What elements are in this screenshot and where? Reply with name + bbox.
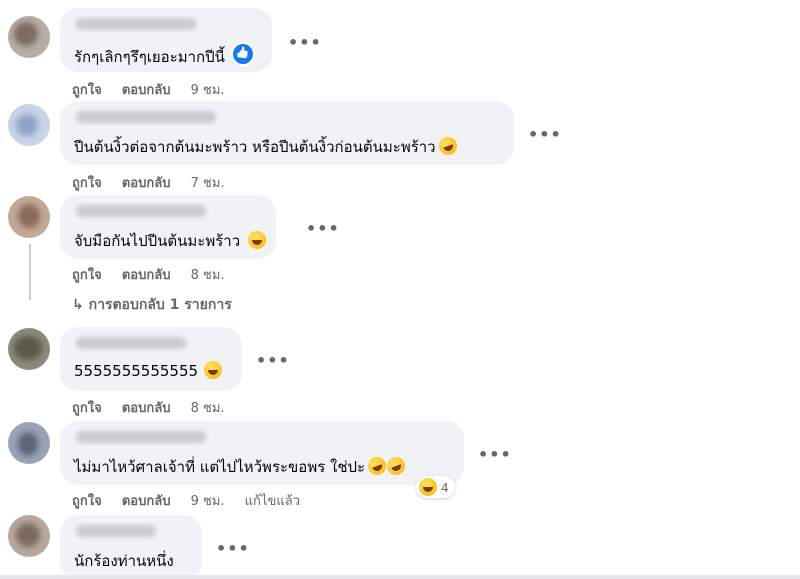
thread-line xyxy=(29,244,31,300)
author-name[interactable] xyxy=(76,431,206,443)
timestamp[interactable]: 8 ชม. xyxy=(191,401,225,416)
comment-bubble: นักร้องท่านหนึ่ง xyxy=(60,515,202,579)
reply-button[interactable]: ตอบกลับ xyxy=(122,176,171,191)
comment-body: รักๆเลิกๆรึๆเยอะมากปีนี้ xyxy=(74,48,225,66)
comment-text: นักร้องท่านหนึ่ง xyxy=(74,549,174,573)
rofl-emoji-icon xyxy=(436,134,460,158)
laughing-emoji-icon xyxy=(204,361,223,379)
timestamp[interactable]: 9 ชม. xyxy=(191,83,225,98)
comment-body: จับมือกันไปปีนต้นมะพร้าว xyxy=(74,232,241,250)
reaction-summary[interactable]: 4 xyxy=(416,476,455,498)
comment-text: 5555555555555 xyxy=(74,361,223,380)
author-name[interactable] xyxy=(76,337,186,349)
more-options-icon[interactable]: ••• xyxy=(306,219,340,238)
comment-text: ไม่มาไหว้ศาลเจ้าที่ แต่ไปไหว้พระขอพร ใช่… xyxy=(74,454,408,479)
author-name[interactable] xyxy=(76,18,196,30)
author-name[interactable] xyxy=(76,205,206,217)
edited-label[interactable]: แก้ไขแล้ว xyxy=(245,494,300,509)
reply-button[interactable]: ตอบกลับ xyxy=(122,494,171,509)
author-name[interactable] xyxy=(76,111,216,123)
comment-actions: ถูกใจ ตอบกลับ 8 ชม. xyxy=(72,397,241,418)
comment-bubble: รักๆเลิกๆรึๆเยอะมากปีนี้ xyxy=(60,8,272,72)
like-button[interactable]: ถูกใจ xyxy=(72,494,102,509)
comment-actions: ถูกใจ ตอบกลับ 7 ชม. xyxy=(72,172,241,193)
reply-button[interactable]: ตอบกลับ xyxy=(122,401,171,416)
like-button[interactable]: ถูกใจ xyxy=(72,401,102,416)
reply-button[interactable]: ตอบกลับ xyxy=(122,83,171,98)
reaction-count: 4 xyxy=(441,481,449,495)
like-button[interactable]: ถูกใจ xyxy=(72,83,102,98)
comment-body: นักร้องท่านหนึ่ง xyxy=(74,552,174,570)
replies-count-label: การตอบกลับ 1 รายการ xyxy=(88,297,232,313)
comment-actions: ถูกใจ ตอบกลับ 8 ชม. xyxy=(72,264,241,285)
more-options-icon[interactable]: ••• xyxy=(528,125,562,144)
reply-button[interactable]: ตอบกลับ xyxy=(122,268,171,283)
comment-bubble: ไม่มาไหว้ศาลเจ้าที่ แต่ไปไหว้พระขอพร ใช่… xyxy=(60,421,464,485)
haha-emoji-icon xyxy=(419,478,437,496)
timestamp[interactable]: 8 ชม. xyxy=(191,268,225,283)
more-options-icon[interactable]: ••• xyxy=(288,33,322,52)
more-options-icon[interactable]: ••• xyxy=(256,351,290,370)
haha-emoji-icon xyxy=(248,231,267,249)
timestamp[interactable]: 7 ชม. xyxy=(191,176,225,191)
timestamp[interactable]: 9 ชม. xyxy=(191,494,225,509)
author-name[interactable] xyxy=(76,525,156,537)
avatar[interactable] xyxy=(8,104,50,146)
avatar[interactable] xyxy=(8,16,50,58)
like-reaction-icon[interactable] xyxy=(230,42,255,66)
comment-bubble: จับมือกันไปปีนต้นมะพร้าว xyxy=(60,195,276,259)
rofl-emoji-icon xyxy=(365,454,389,478)
comment-body: 5555555555555 xyxy=(74,362,199,380)
divider xyxy=(0,575,800,579)
comment-actions: ถูกใจ ตอบกลับ 9 ชม. xyxy=(72,79,241,100)
comment-actions: ถูกใจ ตอบกลับ 9 ชม. แก้ไขแล้ว xyxy=(72,490,316,511)
comment-body: ปีนต้นงิ้วต่อจากต้นมะพร้าว หรือปีนต้นงิ้… xyxy=(74,138,436,156)
avatar[interactable] xyxy=(8,196,50,238)
comment-text: ปีนต้นงิ้วต่อจากต้นมะพร้าว หรือปีนต้นงิ้… xyxy=(74,134,460,159)
comment-bubble: ปีนต้นงิ้วต่อจากต้นมะพร้าว หรือปีนต้นงิ้… xyxy=(60,101,514,165)
avatar[interactable] xyxy=(8,328,50,370)
comment-body: ไม่มาไหว้ศาลเจ้าที่ แต่ไปไหว้พระขอพร ใช่… xyxy=(74,458,366,476)
comment-bubble: 5555555555555 xyxy=(60,327,242,391)
avatar[interactable] xyxy=(8,422,50,464)
more-options-icon[interactable]: ••• xyxy=(478,445,512,464)
view-replies-link[interactable]: ↳ การตอบกลับ 1 รายการ xyxy=(72,294,232,316)
comment-text: จับมือกันไปปีนต้นมะพร้าว xyxy=(74,229,267,253)
avatar[interactable] xyxy=(8,515,50,557)
reply-arrow-icon: ↳ xyxy=(72,297,84,313)
comment-text: รักๆเลิกๆรึๆเยอะมากปีนี้ xyxy=(74,42,255,69)
like-button[interactable]: ถูกใจ xyxy=(72,176,102,191)
like-button[interactable]: ถูกใจ xyxy=(72,268,102,283)
rofl-emoji-icon xyxy=(384,454,408,478)
more-options-icon[interactable]: ••• xyxy=(216,539,250,558)
